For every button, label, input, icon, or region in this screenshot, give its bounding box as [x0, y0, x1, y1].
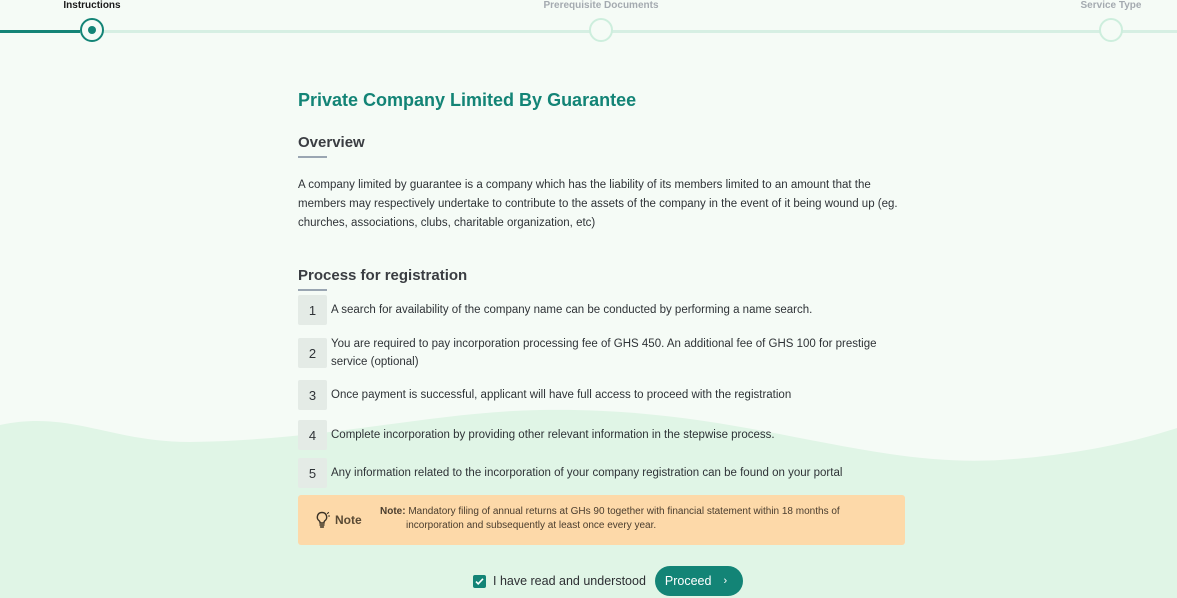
note-line-1: Mandatory filing of annual returns at GH… [408, 506, 840, 517]
step-number: 1 [298, 295, 327, 325]
process-step-5: 5 Any information related to the incorpo… [298, 458, 910, 488]
step-label: Service Type [1080, 0, 1142, 11]
stepper-progress-line [0, 30, 80, 33]
step-label: Prerequisite Documents [543, 0, 659, 11]
progress-stepper: Instructions Prerequisite Documents Serv… [0, 0, 1177, 48]
note-text: Note: Mandatory filing of annual returns… [380, 505, 880, 533]
proceed-button[interactable]: Proceed › [654, 566, 744, 596]
step-number: 2 [298, 338, 327, 368]
checkmark-icon [475, 577, 484, 585]
step-text: Once payment is successful, applicant wi… [331, 389, 792, 401]
process-step-2: 2 You are required to pay incorporation … [298, 335, 910, 371]
step-text: Complete incorporation by providing othe… [331, 429, 775, 441]
process-heading: Process for registration [298, 267, 468, 284]
step-number: 3 [298, 380, 327, 410]
agreement-row: I have read and understood Proceed › [473, 566, 744, 596]
heading-underline [298, 156, 327, 158]
process-step-1: 1 A search for availability of the compa… [298, 295, 910, 325]
step-indicator [1099, 18, 1123, 42]
step-indicator [589, 18, 613, 42]
step-number: 5 [298, 458, 327, 488]
step-service-type[interactable]: Service Type [1041, 0, 1177, 42]
step-number: 4 [298, 420, 327, 450]
step-label: Instructions [63, 0, 121, 11]
step-instructions[interactable]: Instructions [22, 0, 162, 42]
agree-checkbox[interactable] [473, 574, 486, 588]
overview-heading: Overview [298, 134, 365, 151]
note-label: Note: [380, 506, 406, 517]
note-line-2: incorporation and subsequently at least … [406, 520, 657, 531]
proceed-label: Proceed [664, 574, 712, 588]
overview-text: A company limited by guarantee is a comp… [298, 179, 898, 229]
page-title: Private Company Limited By Guarantee [298, 90, 637, 110]
stepper-remaining-line [104, 30, 1177, 33]
step-indicator-active [80, 18, 104, 42]
note-title: Note [335, 513, 362, 527]
step-prerequisite-documents[interactable]: Prerequisite Documents [531, 0, 671, 42]
process-step-3: 3 Once payment is successful, applicant … [298, 380, 910, 410]
agree-label: I have read and understood [493, 574, 646, 588]
heading-underline [298, 289, 327, 291]
note-box: Note Note: Mandatory filing of annual re… [298, 495, 905, 545]
step-text: A search for availability of the company… [331, 304, 813, 316]
chevron-right-icon: › [723, 575, 728, 587]
step-text: You are required to pay incorporation pr… [331, 338, 877, 368]
lightbulb-icon [316, 511, 330, 528]
step-text: Any information related to the incorpora… [331, 467, 843, 479]
process-step-4: 4 Complete incorporation by providing ot… [298, 420, 910, 450]
